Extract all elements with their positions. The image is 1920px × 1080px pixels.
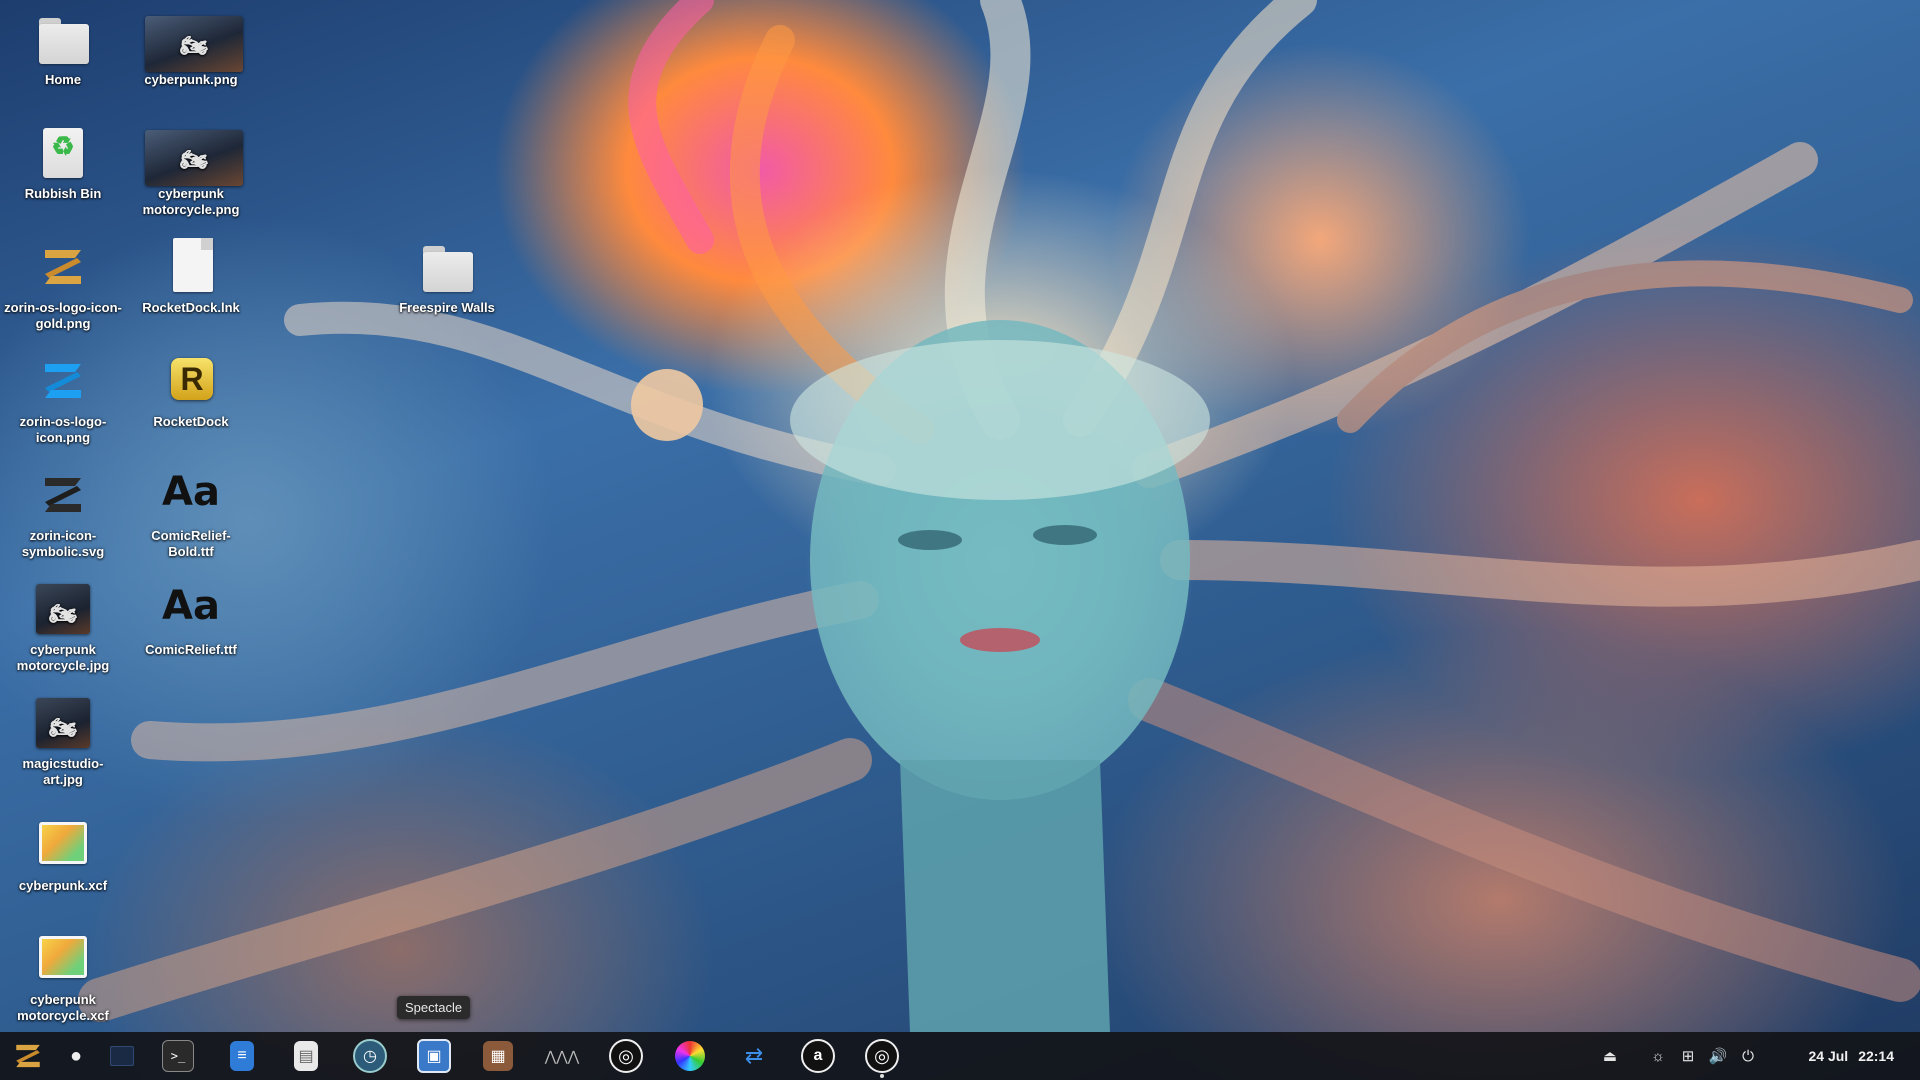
notes-app-button[interactable]: ≡ xyxy=(218,1032,266,1080)
desktop-icon-label: magicstudio-art.jpg xyxy=(22,756,104,787)
target-app-2-button[interactable]: ◎ xyxy=(858,1032,906,1080)
recycle-bin-icon: ♻ xyxy=(33,122,93,182)
clock[interactable]: 24 Jul 22:14 xyxy=(1808,1032,1894,1080)
gimp-image-icon xyxy=(33,814,93,874)
spectacle-button[interactable]: ▣ xyxy=(410,1032,458,1080)
desktop-icon-rocketdock-lnk[interactable]: RocketDock.lnk xyxy=(132,236,250,316)
image-thumbnail-icon: 🏍 xyxy=(145,122,243,186)
desktop-icon-cyberpunk-motorcycle-png[interactable]: 🏍 cyberpunk motorcycle.png xyxy=(132,122,250,218)
target-app-button[interactable]: ◎ xyxy=(602,1032,650,1080)
desktop-icon-comicrelief-bold[interactable]: Aa ComicRelief-Bold.ttf xyxy=(132,464,250,560)
desktop-icon-label: Home xyxy=(44,72,82,87)
show-desktop-button[interactable] xyxy=(98,1032,146,1080)
image-thumbnail-icon: 🏍 xyxy=(33,578,93,638)
desktop-icon-home[interactable]: Home xyxy=(4,8,122,88)
desktop-icon-cyberpunk-png[interactable]: 🏍 cyberpunk.png xyxy=(132,8,250,88)
desktop-icon-label: cyberpunk.png xyxy=(144,72,238,87)
terminal-icon: >_ xyxy=(162,1040,194,1072)
desktop-icon-label: Rubbish Bin xyxy=(24,186,102,201)
apple-menu-button[interactable]: ● xyxy=(52,1032,100,1080)
brightness-button[interactable]: ☼ xyxy=(1644,1032,1672,1080)
apple-icon: ● xyxy=(69,1044,83,1067)
zorin-menu-icon xyxy=(16,1044,40,1068)
package-manager-icon: ▦ xyxy=(483,1041,513,1071)
desktop-icon-zorin-symbolic[interactable]: zorin-icon-symbolic.svg xyxy=(4,464,122,560)
spectacle-screenshot-icon: ▣ xyxy=(417,1039,451,1073)
desktop-icon-label: ComicRelief-Bold.ttf xyxy=(151,528,231,559)
show-desktop-icon xyxy=(110,1046,134,1066)
equalizer-icon: ⋀⋀⋀ xyxy=(544,1047,580,1064)
terminal-button[interactable]: >_ xyxy=(154,1032,202,1080)
desktop-icon-label: zorin-os-logo-icon.png xyxy=(19,414,107,445)
desktop-icon-cyberpunk-xcf[interactable]: cyberpunk.xcf xyxy=(4,814,122,894)
target-app-icon: ◎ xyxy=(609,1039,643,1073)
kde-connect-button[interactable]: ⇄ xyxy=(730,1032,778,1080)
power-icon: ⏻ xyxy=(1742,1047,1754,1065)
font-icon: Aa xyxy=(162,469,220,515)
network-icon: ⊞ xyxy=(1681,1048,1695,1065)
home-folder-icon xyxy=(33,8,93,68)
desktop-icon-label: RocketDock.lnk xyxy=(142,300,240,315)
audacity-icon: a xyxy=(801,1039,835,1073)
zorin-logo-icon xyxy=(33,464,93,524)
notes-app-icon: ≡ xyxy=(230,1041,254,1071)
rocketdock-icon: R xyxy=(161,350,221,410)
volume-button[interactable]: 🔊 xyxy=(1704,1032,1732,1080)
active-indicator xyxy=(880,1074,884,1078)
audacity-button[interactable]: a xyxy=(794,1032,842,1080)
desktop-icon-freespire-walls[interactable]: Freespire Walls xyxy=(388,236,506,316)
desktop-icon-label: cyberpunk.xcf xyxy=(18,878,108,893)
color-wheel-button[interactable] xyxy=(666,1032,714,1080)
desktop-icon-comicrelief[interactable]: Aa ComicRelief.ttf xyxy=(132,578,250,658)
desktop-icon-label: zorin-os-logo-icon-gold.png xyxy=(4,300,122,331)
image-thumbnail-icon: 🏍 xyxy=(145,8,243,72)
desktop-icon-magicstudio-art[interactable]: 🏍 magicstudio-art.jpg xyxy=(4,692,122,788)
zorin-logo-icon xyxy=(33,236,93,296)
document-viewer-icon: ▤ xyxy=(294,1041,318,1071)
kde-connect-icon: ⇄ xyxy=(744,1043,764,1068)
desktop-icon-label: zorin-icon-symbolic.svg xyxy=(21,528,105,559)
desktop-icon-label: cyberpunk motorcycle.jpg xyxy=(16,642,110,673)
document-viewer-button[interactable]: ▤ xyxy=(282,1032,330,1080)
zorin-logo-icon xyxy=(33,350,93,410)
desktop-icon-rubbish-bin[interactable]: ♻ Rubbish Bin xyxy=(4,122,122,202)
color-wheel-icon xyxy=(675,1041,705,1071)
network-button[interactable]: ⊞ xyxy=(1674,1032,1702,1080)
target-app-2-icon: ◎ xyxy=(865,1039,899,1073)
eject-icon: ⏏ xyxy=(1602,1048,1618,1065)
desktop-icon-cyberpunk-motorcycle-jpg[interactable]: 🏍 cyberpunk motorcycle.jpg xyxy=(4,578,122,674)
document-icon xyxy=(161,236,221,296)
volume-icon: 🔊 xyxy=(1708,1048,1728,1065)
clock-time: 22:14 xyxy=(1858,1048,1894,1064)
gimp-image-icon xyxy=(33,928,93,988)
desktop-icon-label: ComicRelief.ttf xyxy=(145,642,237,657)
package-manager-button[interactable]: ▦ xyxy=(474,1032,522,1080)
system-monitor-icon: ◷ xyxy=(353,1039,387,1073)
system-monitor-button[interactable]: ◷ xyxy=(346,1032,394,1080)
desktop-icon-zorin-blue[interactable]: zorin-os-logo-icon.png xyxy=(4,350,122,446)
clock-date: 24 Jul xyxy=(1808,1048,1849,1064)
desktop-icon-label: RocketDock xyxy=(153,414,229,429)
desktop-icon-cyberpunk-motorcycle-xcf[interactable]: cyberpunk motorcycle.xcf xyxy=(4,928,122,1024)
desktop-icon-zorin-gold[interactable]: zorin-os-logo-icon-gold.png xyxy=(4,236,122,332)
brightness-icon: ☼ xyxy=(1651,1047,1665,1065)
desktop-icon-rocketdock[interactable]: R RocketDock xyxy=(132,350,250,430)
wallpaper xyxy=(78,0,1920,1032)
image-thumbnail-icon: 🏍 xyxy=(33,692,93,752)
desktop-icon-label: cyberpunk motorcycle.xcf xyxy=(17,992,109,1023)
zorin-menu-button[interactable] xyxy=(4,1032,52,1080)
folder-icon xyxy=(417,236,477,296)
font-icon: Aa xyxy=(162,583,220,629)
equalizer-button[interactable]: ⋀⋀⋀ xyxy=(538,1032,586,1080)
eject-button[interactable]: ⏏ xyxy=(1596,1032,1624,1080)
taskbar: ● >_ ≡ ▤ ◷ ▣ ▦ ⋀⋀⋀ ◎ ⇄ a ◎ ⏏ ☼ ⊞ 🔊 ⏻ 24 xyxy=(0,1032,1920,1080)
desktop-icon-label: cyberpunk motorcycle.png xyxy=(142,186,240,217)
desktop-icon-label: Freespire Walls xyxy=(399,300,495,315)
power-button[interactable]: ⏻ xyxy=(1734,1032,1762,1080)
taskbar-tooltip: Spectacle xyxy=(397,996,471,1019)
